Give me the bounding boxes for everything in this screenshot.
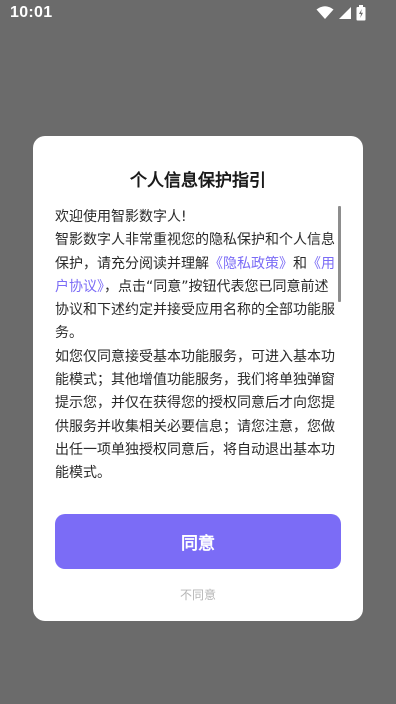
dialog-title: 个人信息保护指引 xyxy=(130,171,266,191)
agree-button[interactable]: 同意 xyxy=(55,514,341,569)
cellular-signal-icon xyxy=(338,6,352,20)
greeting-text: 欢迎使用智影数字人! xyxy=(55,209,187,225)
privacy-dialog: 个人信息保护指引 欢迎使用智影数字人! 智影数字人非常重视您的隐私保护和个人信息… xyxy=(33,136,363,621)
disagree-button[interactable]: 不同意 xyxy=(33,586,363,603)
wifi-icon xyxy=(316,6,334,20)
status-icons xyxy=(316,5,366,21)
privacy-policy-link[interactable]: 《隐私政策》 xyxy=(209,256,293,272)
dialog-body-text: 欢迎使用智影数字人! 智影数字人非常重视您的隐私保护和个人信息保护，请充分阅读并… xyxy=(55,206,337,486)
privacy-paragraph: 智影数字人非常重视您的隐私保护和个人信息保护，请充分阅读并理解《隐私政策》和《用… xyxy=(55,229,337,345)
conjunction-text: 和 xyxy=(293,255,307,272)
status-bar: 10:01 xyxy=(0,0,396,28)
status-time: 10:01 xyxy=(10,4,53,21)
scrollbar[interactable] xyxy=(338,206,341,302)
basic-mode-paragraph: 如您仅同意接受基本功能服务，可进入基本功能模式；其他增值功能服务，我们将单独弹窗… xyxy=(55,348,335,482)
battery-charging-icon xyxy=(356,5,366,21)
dialog-body-scroll[interactable]: 欢迎使用智影数字人! 智影数字人非常重视您的隐私保护和个人信息保护，请充分阅读并… xyxy=(55,206,345,498)
